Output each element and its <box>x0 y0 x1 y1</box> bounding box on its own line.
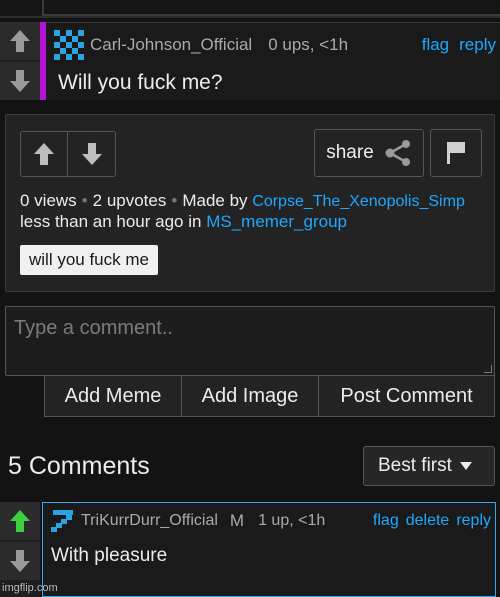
comment-placeholder: Type a comment.. <box>14 317 173 339</box>
meme-time-line: less than an hour ago in MS_memer_group <box>20 212 347 232</box>
caret-down-icon <box>459 462 472 470</box>
meme-info-panel: share 0 views • 2 upvotes • Made by Corpse_T… <box>5 114 495 292</box>
separator-dot: • <box>171 191 178 210</box>
arrow-down-icon <box>10 550 30 572</box>
parent-upvote-button[interactable] <box>0 22 40 60</box>
pixel-avatar-icon[interactable] <box>54 30 84 60</box>
arrow-down-icon <box>10 70 30 92</box>
creator-link[interactable]: Corpse_The_Xenopolis_Simp <box>252 193 465 210</box>
comment-username[interactable]: TriKurrDurr_Official <box>81 512 218 530</box>
sort-value: Best first <box>378 455 452 476</box>
separator-dot: • <box>81 191 88 210</box>
comment-upvote-button[interactable] <box>0 502 40 540</box>
parent-meta-row: Carl-Johnson_Official 0 ups, <1h flag re… <box>54 30 496 60</box>
parent-username[interactable]: Carl-Johnson_Official <box>90 35 252 55</box>
moderator-badge: M <box>229 511 245 530</box>
made-by-label: Made by <box>182 191 248 210</box>
comment-text: With pleasure <box>51 545 168 566</box>
post-comment-button[interactable]: Post Comment <box>319 376 494 416</box>
flag-icon <box>447 142 465 164</box>
comment-meta-row: TriKurrDurr_Official M 1 up, <1h flag de… <box>49 509 491 533</box>
upvotes-count: 2 upvotes <box>92 191 167 210</box>
flag-button[interactable] <box>430 129 482 177</box>
parent-comment-text: Will you fuck me? <box>58 71 223 94</box>
comment-reply-link[interactable]: reply <box>456 512 491 530</box>
imgflip-watermark: imgflip.com <box>2 582 58 594</box>
arrow-down-icon <box>81 143 102 165</box>
parent-actions: flag reply <box>422 35 496 55</box>
comment-button-row: Add Meme Add Image Post Comment <box>44 375 495 417</box>
share-button[interactable]: share <box>314 129 424 177</box>
previous-comment-edge <box>0 0 500 18</box>
parent-downvote-button[interactable] <box>0 62 40 100</box>
comment-delete-link[interactable]: delete <box>406 512 450 530</box>
parent-reply-link[interactable]: reply <box>459 35 496 55</box>
add-image-button[interactable]: Add Image <box>182 376 319 416</box>
share-label: share <box>326 142 374 163</box>
resize-handle[interactable] <box>484 365 492 373</box>
comment-downvote-button[interactable] <box>0 542 40 580</box>
comment-flag-link[interactable]: flag <box>373 512 399 530</box>
meme-downvote-button[interactable] <box>68 132 115 176</box>
parent-flag-link[interactable]: flag <box>422 35 449 55</box>
arrow-up-icon <box>10 510 30 532</box>
meme-upvote-button[interactable] <box>21 132 69 176</box>
parent-vote-column <box>0 22 40 100</box>
parent-comment: Carl-Johnson_Official 0 ups, <1h flag re… <box>0 22 500 100</box>
views-count: 0 views <box>20 191 77 210</box>
sort-select[interactable]: Best first <box>363 446 495 486</box>
comment-body: TriKurrDurr_Official M 1 up, <1h flag de… <box>42 502 496 597</box>
parent-comment-body: Carl-Johnson_Official 0 ups, <1h flag re… <box>46 22 500 100</box>
comments-count: 5 Comments <box>8 452 150 480</box>
group-link[interactable]: MS_memer_group <box>206 212 347 231</box>
meme-vote-group <box>20 131 116 177</box>
meme-stats-line: 0 views • 2 upvotes • Made by Corpse_The_Xen… <box>20 191 465 211</box>
comment-actions: flag delete reply <box>373 512 491 530</box>
add-meme-button[interactable]: Add Meme <box>45 376 182 416</box>
comment-stats: 1 up, <1h <box>258 512 326 529</box>
meme-tag[interactable]: will you fuck me <box>20 245 158 275</box>
previous-comment-border <box>42 0 500 16</box>
arrow-up-icon <box>10 30 30 52</box>
comment-item: TriKurrDurr_Official M 1 up, <1h flag de… <box>0 502 500 597</box>
parent-stats: 0 ups, <1h <box>268 35 349 54</box>
pixel-avatar-icon[interactable] <box>49 508 75 534</box>
share-icon <box>385 140 410 166</box>
comment-input[interactable]: Type a comment.. <box>5 306 495 376</box>
time-label: less than an hour ago in <box>20 212 202 231</box>
arrow-up-icon <box>34 143 54 165</box>
